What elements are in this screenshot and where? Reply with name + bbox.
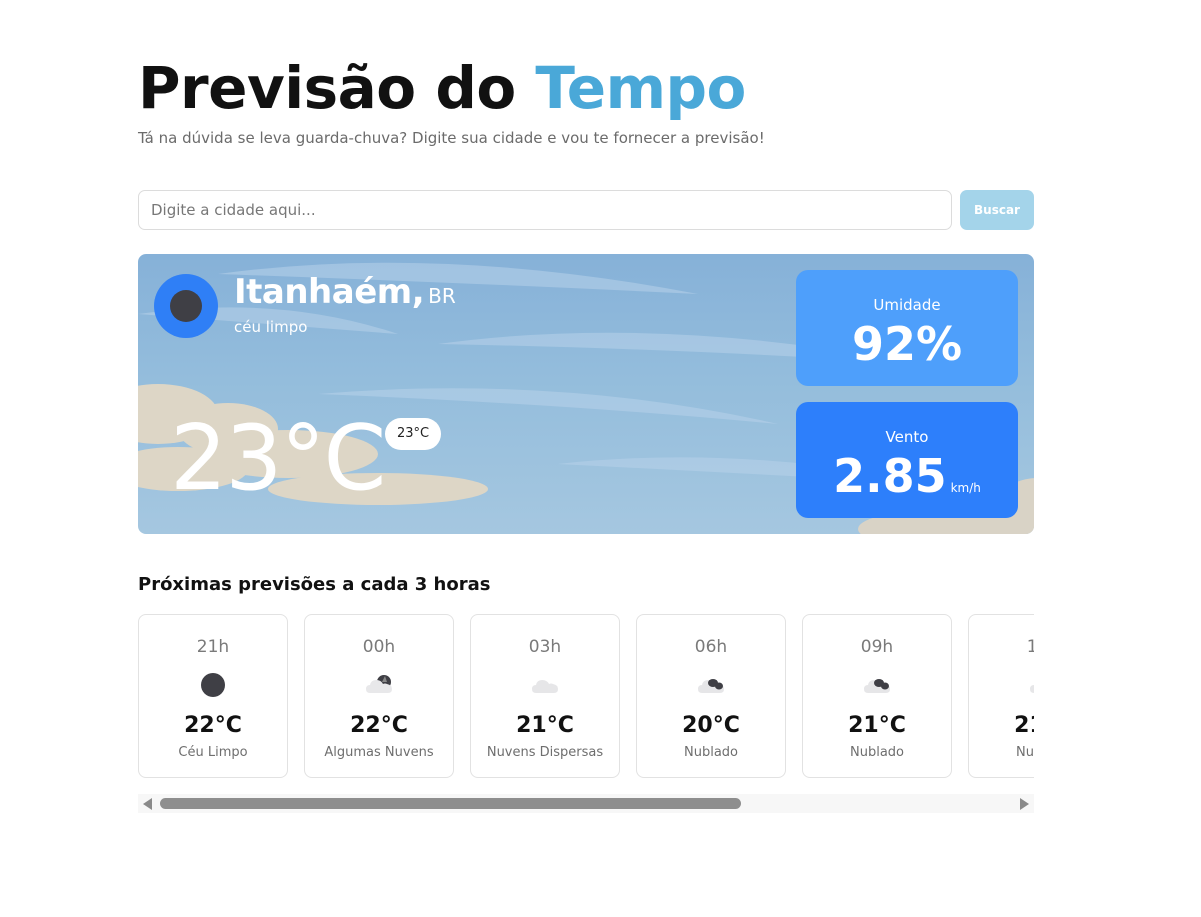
forecast-desc: Nublado: [1016, 745, 1034, 760]
forecast-temp: 20°C: [682, 713, 740, 738]
overcast-clouds-icon: [1030, 685, 1034, 693]
scrollbar-thumb[interactable]: [160, 798, 741, 809]
humidity-card: Umidade 92%: [796, 270, 1018, 386]
forecast-temp: 22°C: [350, 713, 408, 738]
forecast-carousel[interactable]: 21h 22°C Céu Limpo 00h 22°C Algumas Nuvens 03h…: [138, 614, 1034, 778]
page-title: Previsão do Tempo: [138, 52, 746, 124]
forecast-card: 12h 21°C Nublado: [968, 614, 1034, 778]
forecast-desc: Nublado: [684, 745, 738, 760]
forecast-desc: Nublado: [850, 745, 904, 760]
scroll-left-arrow-icon[interactable]: [143, 798, 152, 810]
forecast-card: 09h 21°C Nublado: [802, 614, 952, 778]
scroll-right-arrow-icon[interactable]: [1020, 798, 1029, 810]
forecast-time: 03h: [528, 637, 562, 657]
horizontal-scrollbar[interactable]: [138, 794, 1034, 813]
city-search-input[interactable]: [138, 190, 952, 230]
humidity-value: 92%: [851, 317, 963, 371]
overcast-clouds-icon: [864, 679, 890, 693]
search-button[interactable]: Buscar: [960, 190, 1034, 230]
forecast-section-title: Próximas previsões a cada 3 horas: [138, 574, 491, 595]
title-accent: Tempo: [535, 54, 746, 122]
scattered-clouds-icon: [532, 680, 558, 693]
forecast-time: 00h: [362, 637, 396, 657]
forecast-temp: 21°C: [1014, 713, 1034, 738]
wind-card: Vento 2.85 km/h: [796, 402, 1018, 518]
title-main: Previsão do: [138, 54, 536, 122]
feels-like-badge: 23°C: [385, 418, 442, 450]
search-bar: Buscar: [138, 190, 1034, 230]
location: Itanhaém, BR: [234, 272, 456, 312]
forecast-desc: Algumas Nuvens: [324, 745, 434, 760]
current-weather-card: Itanhaém, BR céu limpo 23°C 23°C Umidade …: [138, 254, 1034, 534]
page-subtitle: Tá na dúvida se leva guarda-chuva? Digit…: [138, 129, 765, 147]
forecast-time: 12h: [1026, 637, 1034, 657]
country-code: BR: [428, 284, 456, 308]
overcast-clouds-icon: [698, 679, 724, 693]
clear-sky-icon: [201, 673, 225, 697]
forecast-card: 06h 20°C Nublado: [636, 614, 786, 778]
current-temperature: 23°C: [170, 406, 386, 511]
wind-label: Vento: [885, 428, 929, 446]
few-clouds-icon: [366, 675, 392, 693]
wind-value: 2.85: [833, 449, 947, 503]
forecast-card: 00h 22°C Algumas Nuvens: [304, 614, 454, 778]
clear-sky-icon: [154, 274, 218, 338]
sun-disc: [170, 290, 202, 322]
weather-description: céu limpo: [234, 318, 308, 336]
forecast-temp: 21°C: [848, 713, 906, 738]
forecast-card: 03h 21°C Nuvens Dispersas: [470, 614, 620, 778]
forecast-desc: Nuvens Dispersas: [486, 745, 604, 760]
forecast-card: 21h 22°C Céu Limpo: [138, 614, 288, 778]
wind-reading: 2.85 km/h: [796, 448, 1018, 516]
city-name: Itanhaém,: [234, 272, 425, 312]
forecast-time: 06h: [694, 637, 728, 657]
forecast-desc: Céu Limpo: [178, 745, 248, 760]
humidity-label: Umidade: [873, 296, 941, 314]
forecast-temp: 22°C: [184, 713, 242, 738]
forecast-temp: 21°C: [516, 713, 574, 738]
wind-unit: km/h: [950, 481, 981, 495]
forecast-time: 09h: [860, 637, 894, 657]
forecast-time: 21h: [196, 637, 230, 657]
